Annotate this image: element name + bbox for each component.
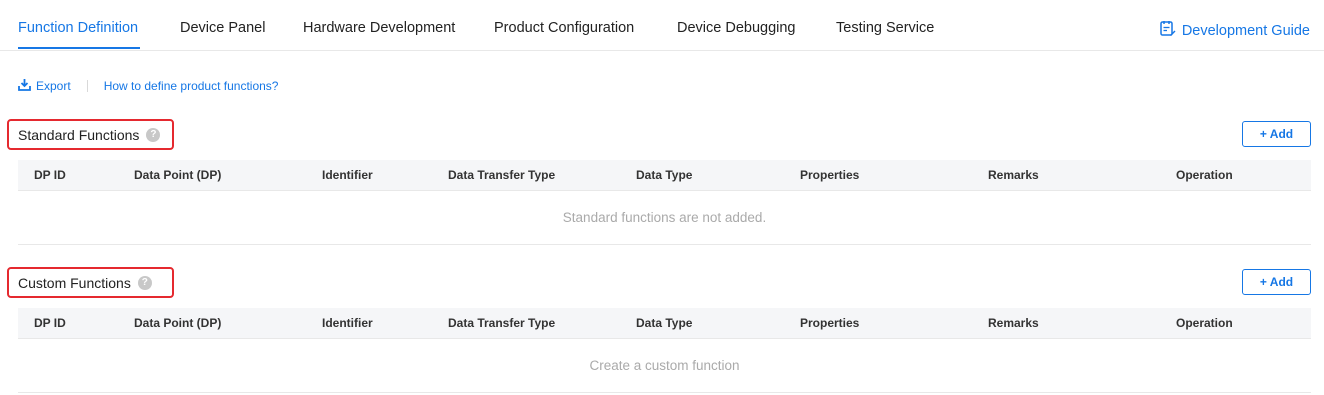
guide-document-icon — [1159, 20, 1176, 41]
column-header-operation: Operation — [1176, 316, 1233, 330]
column-header-data-type: Data Type — [636, 168, 693, 182]
column-header-data-transfer-type: Data Transfer Type — [448, 168, 556, 182]
tab-device-debugging[interactable]: Device Debugging — [677, 20, 796, 36]
development-guide-link[interactable]: Development Guide — [1159, 20, 1310, 41]
add-custom-function-button[interactable]: + Add — [1242, 269, 1311, 295]
column-header-properties: Properties — [800, 168, 860, 182]
custom-functions-table-header: DP ID Data Point (DP) Identifier Data Tr… — [18, 308, 1311, 339]
column-header-data-type: Data Type — [636, 316, 693, 330]
column-header-data-point: Data Point (DP) — [134, 316, 222, 330]
column-header-data-point: Data Point (DP) — [134, 168, 222, 182]
column-header-dp-id: DP ID — [34, 316, 66, 330]
tab-hardware-development[interactable]: Hardware Development — [303, 20, 455, 36]
development-guide-label: Development Guide — [1181, 22, 1310, 39]
column-header-identifier: Identifier — [322, 168, 373, 182]
tab-function-definition[interactable]: Function Definition — [18, 20, 138, 36]
standard-functions-empty-state: Standard functions are not added. — [18, 190, 1311, 245]
tab-product-configuration[interactable]: Product Configuration — [494, 20, 634, 36]
add-standard-function-button[interactable]: + Add — [1242, 121, 1311, 147]
column-header-identifier: Identifier — [322, 316, 373, 330]
custom-functions-title: Custom Functions — [18, 275, 131, 291]
download-icon — [18, 78, 31, 94]
column-header-remarks: Remarks — [988, 168, 1039, 182]
export-label: Export — [36, 79, 71, 93]
column-header-remarks: Remarks — [988, 316, 1039, 330]
function-toolbar: Export How to define product functions? — [18, 78, 278, 94]
column-header-properties: Properties — [800, 316, 860, 330]
toolbar-divider — [86, 80, 88, 92]
standard-functions-table-header: DP ID Data Point (DP) Identifier Data Tr… — [18, 160, 1311, 191]
export-button[interactable]: Export — [18, 78, 71, 94]
column-header-dp-id: DP ID — [34, 168, 66, 182]
custom-functions-empty-state: Create a custom function — [18, 338, 1311, 393]
help-icon[interactable]: ? — [146, 128, 161, 142]
tab-device-panel[interactable]: Device Panel — [180, 20, 265, 36]
top-tab-bar: Function Definition Device Panel Hardwar… — [0, 0, 1324, 51]
active-tab-indicator — [18, 47, 140, 49]
column-header-operation: Operation — [1176, 168, 1233, 182]
how-to-define-functions-link[interactable]: How to define product functions? — [104, 79, 279, 93]
help-icon[interactable]: ? — [137, 276, 152, 290]
column-header-data-transfer-type: Data Transfer Type — [448, 316, 556, 330]
standard-functions-heading: Standard Functions ? — [18, 127, 161, 143]
custom-functions-heading: Custom Functions ? — [18, 275, 152, 291]
tab-testing-service[interactable]: Testing Service — [836, 20, 934, 36]
standard-functions-title: Standard Functions — [18, 127, 140, 143]
